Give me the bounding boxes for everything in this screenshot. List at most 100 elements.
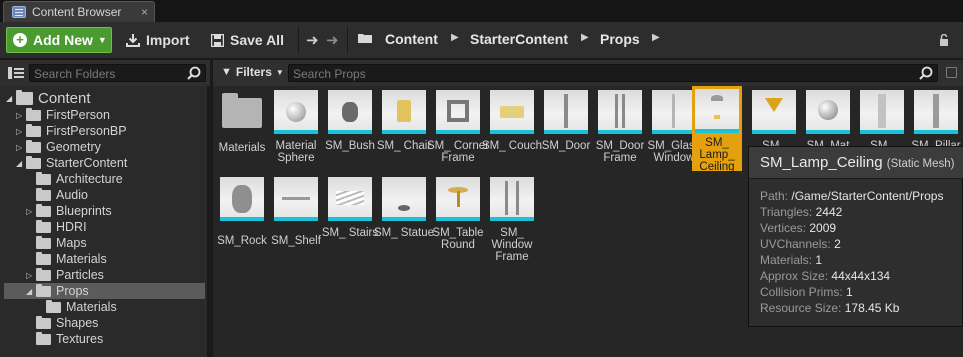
folder-open-icon <box>36 283 51 297</box>
asset-thumbnail <box>860 90 904 134</box>
pillar-icon <box>878 94 886 128</box>
asset-tile[interactable]: SM_ Chair <box>377 90 431 152</box>
folder-icon <box>36 235 51 249</box>
search-icon <box>919 66 933 80</box>
statue-icon <box>398 205 410 211</box>
tree-item-props-materials[interactable]: Materials <box>36 299 117 315</box>
asset-tile[interactable]: SM_ Stairs <box>322 177 378 239</box>
rock-icon <box>232 185 252 213</box>
collapsed-arrow-icon[interactable]: ▷ <box>26 207 36 216</box>
chevron-right-icon[interactable]: ▶ <box>451 32 459 43</box>
folder-icon <box>36 203 51 217</box>
folder-icon <box>46 299 61 313</box>
asset-label: SM_Rock <box>217 235 267 247</box>
asset-tile[interactable]: SM_ <box>750 90 798 152</box>
folder-search-row: Search Folders <box>0 60 210 86</box>
breadcrumb-props[interactable]: Props <box>600 31 640 47</box>
collapsed-arrow-icon[interactable]: ▷ <box>16 143 26 152</box>
asset-tile[interactable]: SM_ Statue <box>374 177 434 239</box>
shelf-icon <box>282 197 310 200</box>
forward-arrow-icon[interactable]: ➜ <box>326 31 339 49</box>
frame-icon <box>447 100 469 122</box>
search-props-input[interactable]: Search Props <box>288 64 938 82</box>
asset-tile[interactable]: SM_Shelf <box>271 177 321 247</box>
collapsed-arrow-icon[interactable]: ▷ <box>26 271 36 280</box>
expanded-arrow-icon[interactable]: ◢ <box>16 159 26 168</box>
close-icon[interactable]: × <box>141 5 148 19</box>
tree-item-audio[interactable]: Audio <box>26 187 88 203</box>
tree-item-blueprints[interactable]: ▷ Blueprints <box>26 203 112 219</box>
tree-item-materials[interactable]: Materials <box>26 251 107 267</box>
asset-label: Material Sphere <box>275 140 317 164</box>
tree-item-startercontent[interactable]: ◢ StarterContent <box>16 155 127 171</box>
tree-item-firstperson[interactable]: ▷ FirstPerson <box>16 107 110 123</box>
couch-icon <box>500 106 524 118</box>
tab-label: Content Browser <box>32 5 122 19</box>
bush-icon <box>342 102 358 122</box>
tab-content-browser[interactable]: Content Browser × <box>3 1 155 22</box>
tree-item-textures[interactable]: Textures <box>26 331 103 347</box>
asset-tile[interactable]: SM_Bush <box>325 90 375 152</box>
tree-item-label: Blueprints <box>56 204 112 218</box>
search-folders-input[interactable]: Search Folders <box>29 64 206 82</box>
asset-tile[interactable]: SM_Glass Window <box>647 90 701 164</box>
tree-item-shapes[interactable]: Shapes <box>26 315 98 331</box>
asset-tile[interactable]: SM_Door <box>542 90 590 152</box>
tree-item-architecture[interactable]: Architecture <box>26 171 123 187</box>
add-new-button[interactable]: + Add New ▼ <box>6 27 112 53</box>
breadcrumb-content[interactable]: Content <box>385 31 438 47</box>
tree-item-label: Props <box>56 284 89 298</box>
asset-tile[interactable]: SM_ Window Frame <box>488 177 536 263</box>
tree-item-particles[interactable]: ▷ Particles <box>26 267 104 283</box>
tree-item-firstpersonbp[interactable]: ▷ FirstPersonBP <box>16 123 127 139</box>
expanded-arrow-icon[interactable]: ◢ <box>6 94 16 103</box>
lock-icon[interactable] <box>939 34 949 46</box>
tree-item-props[interactable]: ◢ Props <box>4 283 205 299</box>
asset-tile[interactable]: SM_Pillar <box>911 90 961 152</box>
toolbar: + Add New ▼ Import Save All ➜ ➜ Content … <box>0 22 963 59</box>
filters-label: Filters <box>235 65 272 79</box>
asset-tile[interactable]: SM_Rock <box>217 177 267 247</box>
chevron-right-icon[interactable]: ▶ <box>652 32 660 43</box>
folder-icon <box>26 139 41 153</box>
tree-item-label: Maps <box>56 236 87 250</box>
tree-item-hdri[interactable]: HDRI <box>26 219 87 235</box>
tree-item-content[interactable]: ◢ Content <box>6 89 202 107</box>
save-icon <box>211 33 224 47</box>
asset-folder-materials[interactable]: Materials <box>218 90 266 154</box>
collapsed-arrow-icon[interactable]: ▷ <box>16 111 26 120</box>
tree-item-geometry[interactable]: ▷ Geometry <box>16 139 101 155</box>
tooltip-row: Materials: 1 <box>760 253 823 267</box>
tree-item-maps[interactable]: Maps <box>26 235 87 251</box>
folder-open-icon <box>358 34 372 43</box>
save-search-icon[interactable] <box>946 67 957 78</box>
collapsed-arrow-icon[interactable]: ▷ <box>16 127 26 136</box>
sources-panel-icon[interactable] <box>8 67 24 79</box>
expanded-arrow-icon[interactable]: ◢ <box>26 287 36 296</box>
save-all-button[interactable]: Save All <box>211 27 284 53</box>
asset-tile[interactable]: SM_ <box>858 90 906 152</box>
asset-tile[interactable]: SM_ Couch <box>482 90 542 152</box>
asset-tile[interactable]: SM_Table Round <box>432 177 484 251</box>
folder-icon <box>36 187 51 201</box>
back-arrow-icon[interactable]: ➜ <box>306 31 319 49</box>
folder-open-icon <box>16 89 33 105</box>
chevron-right-icon[interactable]: ▶ <box>581 32 589 43</box>
asset-tile[interactable]: SM_Door Frame <box>596 90 644 164</box>
asset-tile[interactable]: SM_ Corner Frame <box>427 90 489 164</box>
add-new-label: Add New <box>33 32 93 48</box>
asset-tile-selected[interactable]: SM_ Lamp_ Ceiling <box>692 86 742 173</box>
chair-icon <box>397 100 411 122</box>
breadcrumb-startercontent[interactable]: StarterContent <box>470 31 568 47</box>
asset-thumbnail <box>274 90 318 134</box>
filters-button[interactable]: ▼ Filters ▼ <box>221 65 284 79</box>
asset-label: Materials <box>218 142 266 154</box>
asset-label: SM_Bush <box>325 140 375 152</box>
asset-thumbnail <box>806 90 850 134</box>
tooltip-body: Path: /Game/StarterContent/Props Triangl… <box>760 189 943 317</box>
tooltip-row: Vertices: 2009 <box>760 221 837 235</box>
asset-tile[interactable]: Material Sphere <box>272 90 320 164</box>
asset-tile[interactable]: SM_Mat <box>804 90 852 152</box>
asset-thumbnail <box>382 90 426 134</box>
import-button[interactable]: Import <box>126 27 190 53</box>
